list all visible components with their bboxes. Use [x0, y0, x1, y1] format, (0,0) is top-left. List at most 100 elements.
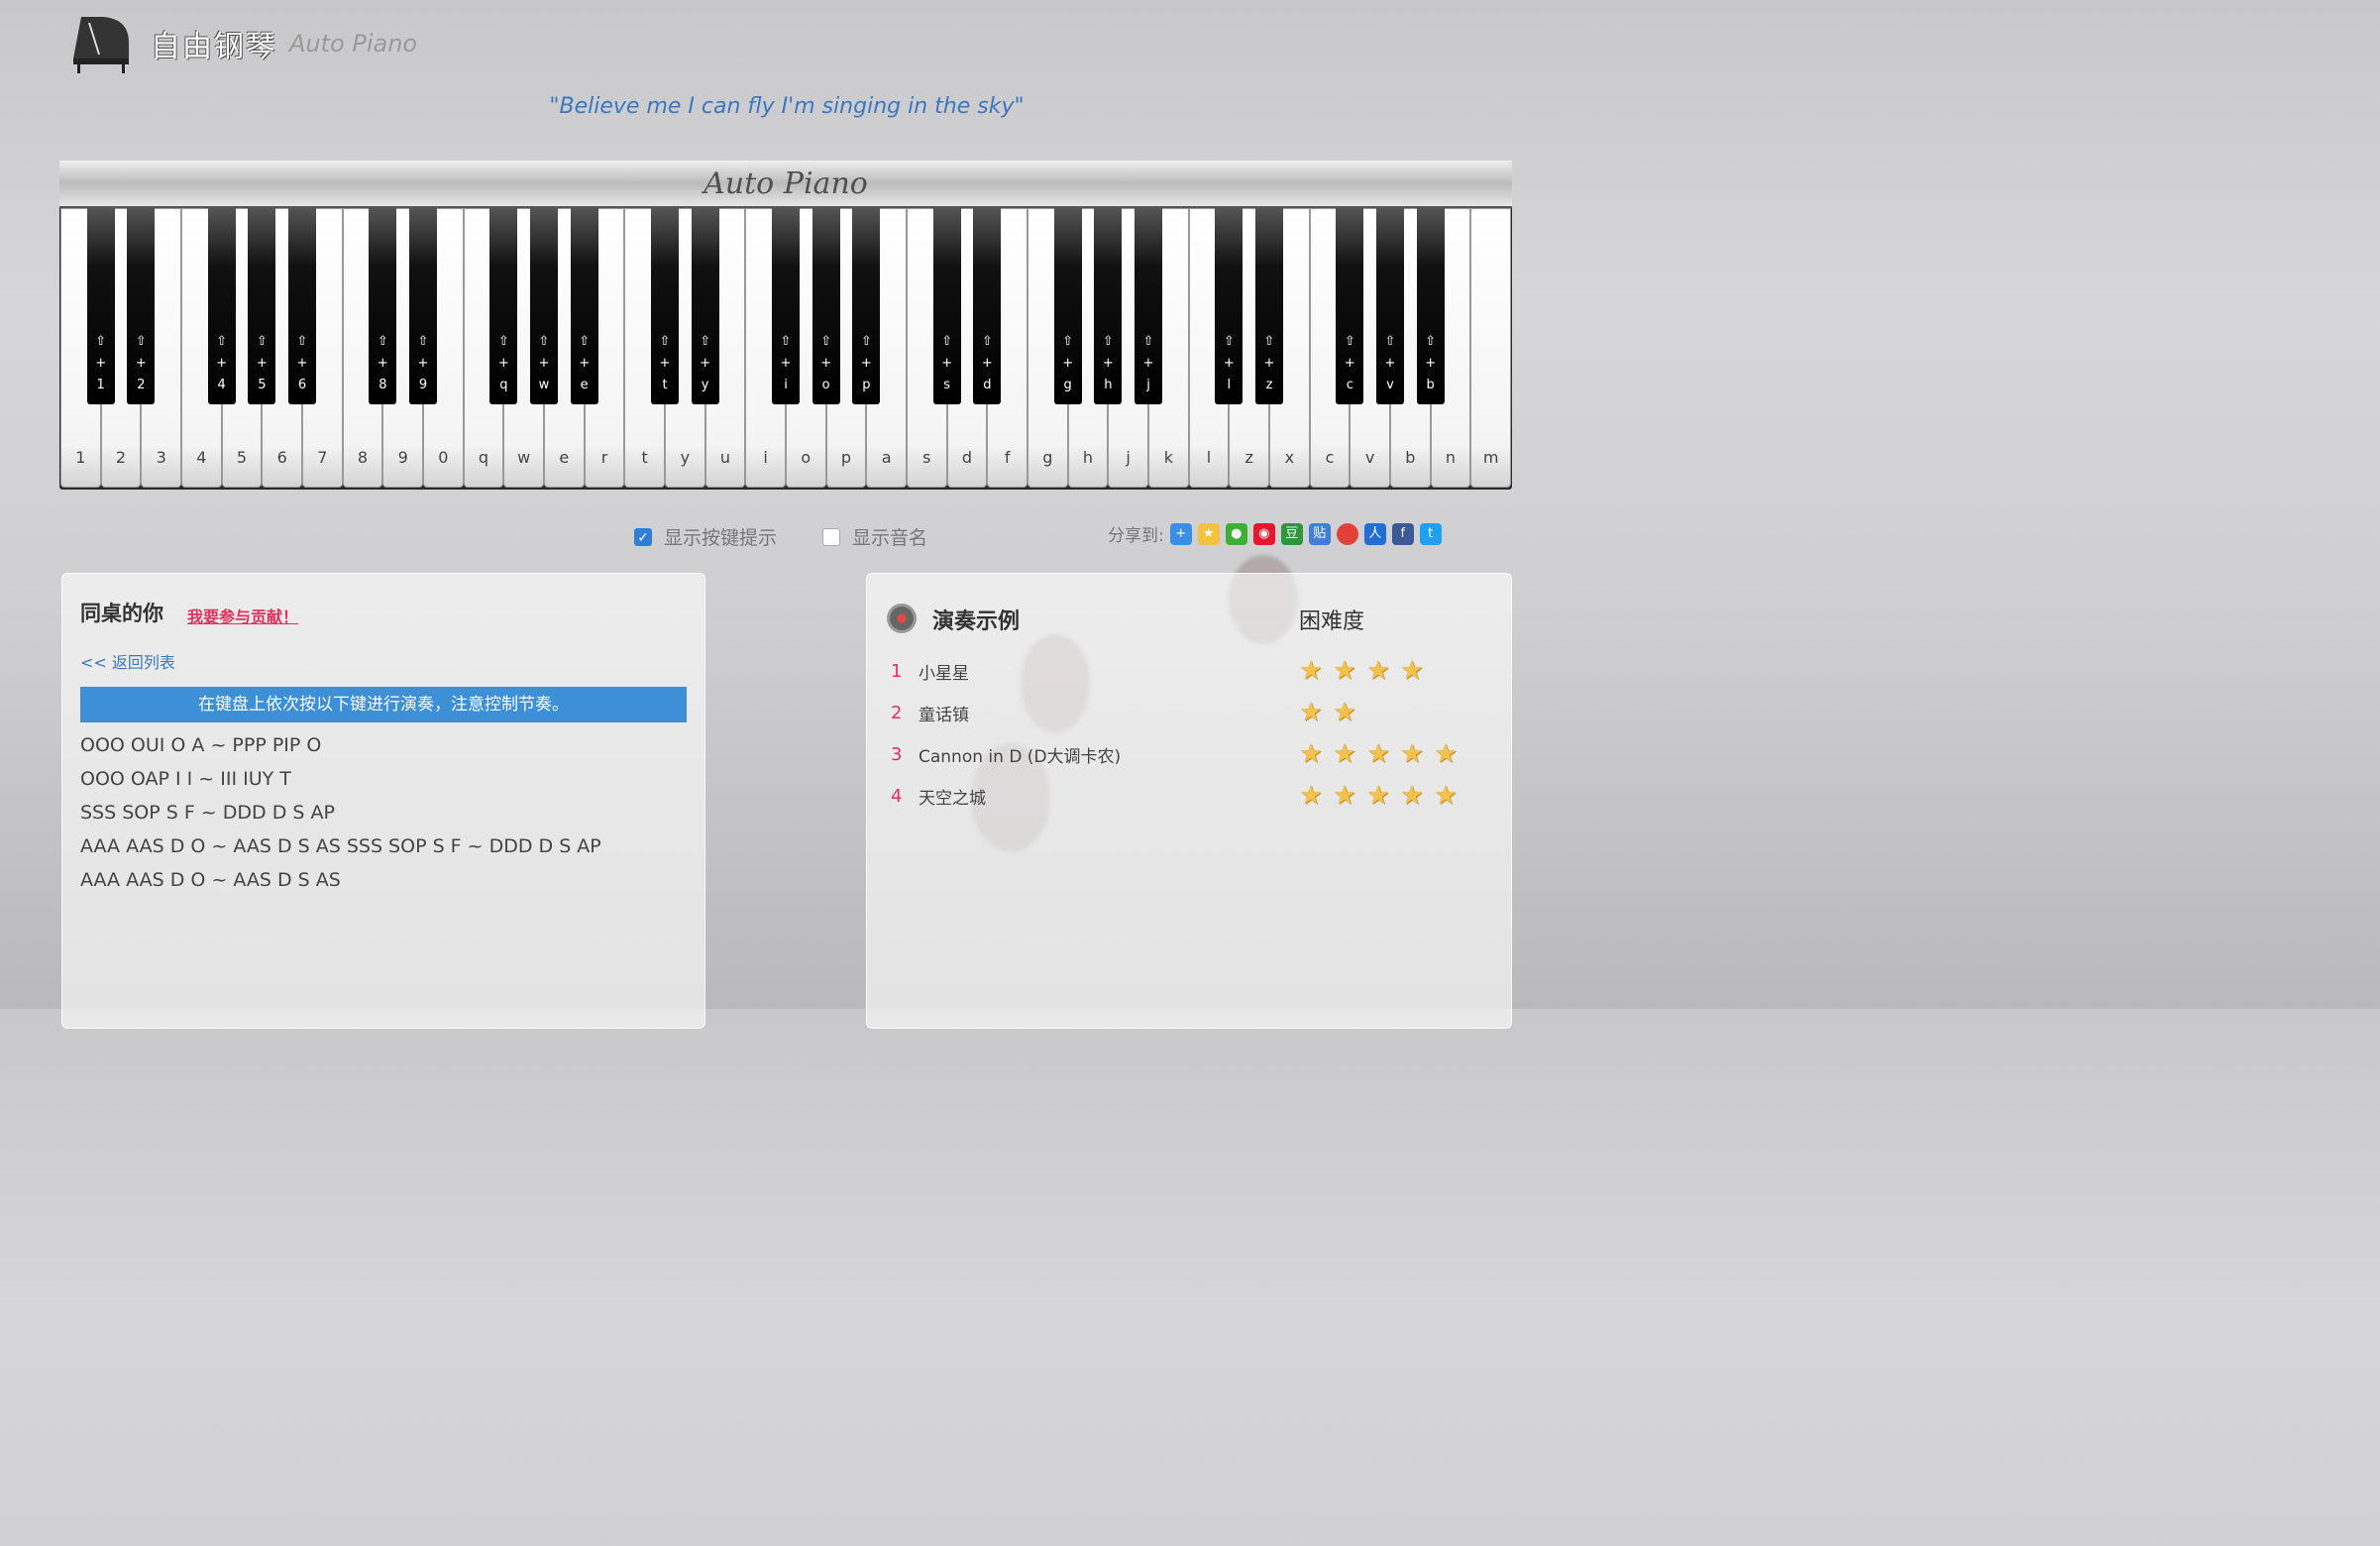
- black-key[interactable]: ⇧ + h: [1094, 208, 1123, 404]
- white-key-label: l: [1206, 448, 1212, 467]
- demo-item-number: 2: [891, 702, 903, 723]
- difficulty-stars: ★ ★ ★ ★ ★: [1297, 740, 1465, 768]
- black-key[interactable]: ⇧ + c: [1336, 208, 1364, 404]
- demo-item[interactable]: 2 童话镇: [891, 699, 969, 726]
- black-key-label: ⇧ + 6: [296, 334, 308, 392]
- song-panel: 同桌的你 我要参与贡献！ << 返回列表 在键盘上依次按以下键进行演奏，注意控制…: [61, 573, 705, 1029]
- share-qzone-icon[interactable]: ★: [1197, 522, 1220, 545]
- black-key[interactable]: ⇧ + 2: [127, 208, 156, 404]
- black-key[interactable]: ⇧ + d: [973, 208, 1002, 404]
- site-subtitle: Auto Piano: [289, 30, 418, 57]
- white-key-label: t: [641, 448, 648, 467]
- difficulty-stars: ★ ★ ★ ★: [1297, 657, 1432, 685]
- white-key-label: b: [1405, 448, 1416, 467]
- show-keys-label[interactable]: 显示按键提示: [664, 523, 777, 550]
- star-icon: ★: [1434, 781, 1458, 811]
- star-icon: ★: [1299, 739, 1323, 769]
- demo-item[interactable]: 4 天空之城: [891, 782, 986, 810]
- black-key[interactable]: ⇧ + b: [1416, 208, 1445, 404]
- show-names-checkbox[interactable]: [822, 527, 841, 546]
- white-key-label: s: [922, 448, 931, 467]
- white-key-label: 3: [156, 448, 166, 467]
- white-key-label: m: [1482, 448, 1499, 467]
- show-keys-checkbox[interactable]: ✓: [634, 527, 652, 546]
- black-key-label: ⇧ + c: [1344, 334, 1355, 392]
- difficulty-stars: ★ ★: [1297, 699, 1364, 726]
- star-icon: ★: [1299, 698, 1323, 727]
- black-key[interactable]: ⇧ + z: [1255, 208, 1283, 404]
- show-names-label[interactable]: 显示音名: [852, 523, 927, 550]
- star-icon: ★: [1299, 656, 1323, 686]
- score-line: SSS SOP S F ~ DDD D S AP: [80, 802, 335, 824]
- black-key[interactable]: ⇧ + q: [489, 208, 518, 404]
- black-key-label: ⇧ + p: [860, 334, 872, 392]
- share-twitter-icon[interactable]: t: [1419, 522, 1442, 545]
- white-key-label: c: [1325, 448, 1335, 467]
- black-key[interactable]: ⇧ + v: [1376, 208, 1404, 404]
- white-key-label: 8: [357, 448, 369, 467]
- share-douban-icon[interactable]: 豆: [1280, 522, 1303, 545]
- black-key[interactable]: ⇧ + g: [1053, 208, 1082, 404]
- share-tieba-icon[interactable]: 贴: [1308, 522, 1331, 545]
- contribute-link[interactable]: 我要参与贡献！: [187, 604, 298, 627]
- black-key[interactable]: ⇧ + 4: [207, 208, 236, 404]
- piano-lid: Auto Piano: [59, 161, 1512, 208]
- black-key[interactable]: ⇧ + 1: [86, 208, 115, 404]
- black-key[interactable]: ⇧ + 9: [409, 208, 437, 404]
- site-title[interactable]: 自由钢琴: [151, 22, 277, 65]
- black-key-label: ⇧ + o: [820, 334, 832, 392]
- black-key[interactable]: ⇧ + 8: [369, 208, 397, 404]
- black-key-label: ⇧ + w: [538, 334, 550, 392]
- black-key[interactable]: ⇧ + 6: [288, 208, 316, 404]
- black-key-label: ⇧ + z: [1263, 334, 1275, 392]
- white-key-label: r: [600, 448, 608, 467]
- white-key-label: j: [1126, 448, 1131, 467]
- black-key-label: ⇧ + i: [780, 334, 792, 392]
- song-title: 同桌的你: [80, 602, 163, 625]
- black-key-label: ⇧ + b: [1425, 334, 1437, 392]
- black-key[interactable]: ⇧ + j: [1135, 208, 1162, 404]
- star-icon: ★: [1333, 781, 1356, 811]
- black-key-label: ⇧ + 8: [377, 334, 388, 392]
- star-icon: ★: [1434, 739, 1458, 769]
- demo-item-name[interactable]: 小星星: [919, 659, 969, 684]
- black-key[interactable]: ⇧ + e: [570, 208, 598, 404]
- demo-item[interactable]: 3 Cannon in D (D大调卡农): [891, 740, 1121, 768]
- star-icon: ★: [1333, 698, 1356, 727]
- black-key[interactable]: ⇧ + p: [852, 208, 881, 404]
- share-more-icon[interactable]: +: [1169, 522, 1192, 545]
- piano-keyboard: Auto Piano 1 2 3 4 5 6 7 8 9 0 q w e r t y u i o p a s d f g h j k l…: [59, 161, 1512, 490]
- black-key[interactable]: ⇧ + o: [811, 208, 840, 404]
- black-key[interactable]: ⇧ + 5: [248, 208, 276, 404]
- demo-item-name[interactable]: 天空之城: [919, 784, 986, 809]
- back-to-list-link[interactable]: << 返回列表: [80, 649, 175, 673]
- score-line: AAA AAS D O ~ AAS D S AS: [80, 869, 341, 891]
- demo-item-name[interactable]: Cannon in D (D大调卡农): [919, 742, 1121, 767]
- header: 自由钢琴 Auto Piano: [69, 12, 417, 75]
- share-weibo-icon[interactable]: ◉: [1252, 522, 1275, 545]
- star-icon: ★: [1400, 781, 1424, 811]
- black-key[interactable]: ⇧ + y: [691, 208, 719, 404]
- white-key-label: n: [1445, 448, 1457, 467]
- demo-item-name[interactable]: 童话镇: [919, 701, 969, 725]
- share-facebook-icon[interactable]: f: [1391, 522, 1414, 545]
- white-key-label: g: [1042, 448, 1053, 467]
- black-key[interactable]: ⇧ + s: [932, 208, 961, 404]
- star-icon: ★: [1400, 739, 1424, 769]
- white-key-label: w: [517, 448, 531, 467]
- black-key[interactable]: ⇧ + w: [530, 208, 558, 404]
- black-key-label: ⇧ + 9: [417, 334, 429, 392]
- demo-item[interactable]: 1 小星星: [891, 657, 969, 685]
- black-key[interactable]: ⇧ + i: [772, 208, 800, 404]
- share-kaixin-icon[interactable]: 人: [1363, 522, 1386, 545]
- white-key[interactable]: m: [1470, 208, 1511, 488]
- share-renren-icon[interactable]: [1336, 522, 1358, 545]
- white-key-label: h: [1082, 448, 1094, 467]
- black-key-label: ⇧ + v: [1384, 334, 1396, 392]
- black-key[interactable]: ⇧ + t: [651, 208, 679, 404]
- instruction-banner: 在键盘上依次按以下键进行演奏，注意控制节奏。: [80, 687, 687, 722]
- white-key-label: p: [840, 448, 852, 467]
- share-wechat-icon[interactable]: ●: [1225, 522, 1247, 545]
- black-key[interactable]: ⇧ + l: [1215, 208, 1244, 404]
- piano-logo-icon[interactable]: [69, 13, 131, 74]
